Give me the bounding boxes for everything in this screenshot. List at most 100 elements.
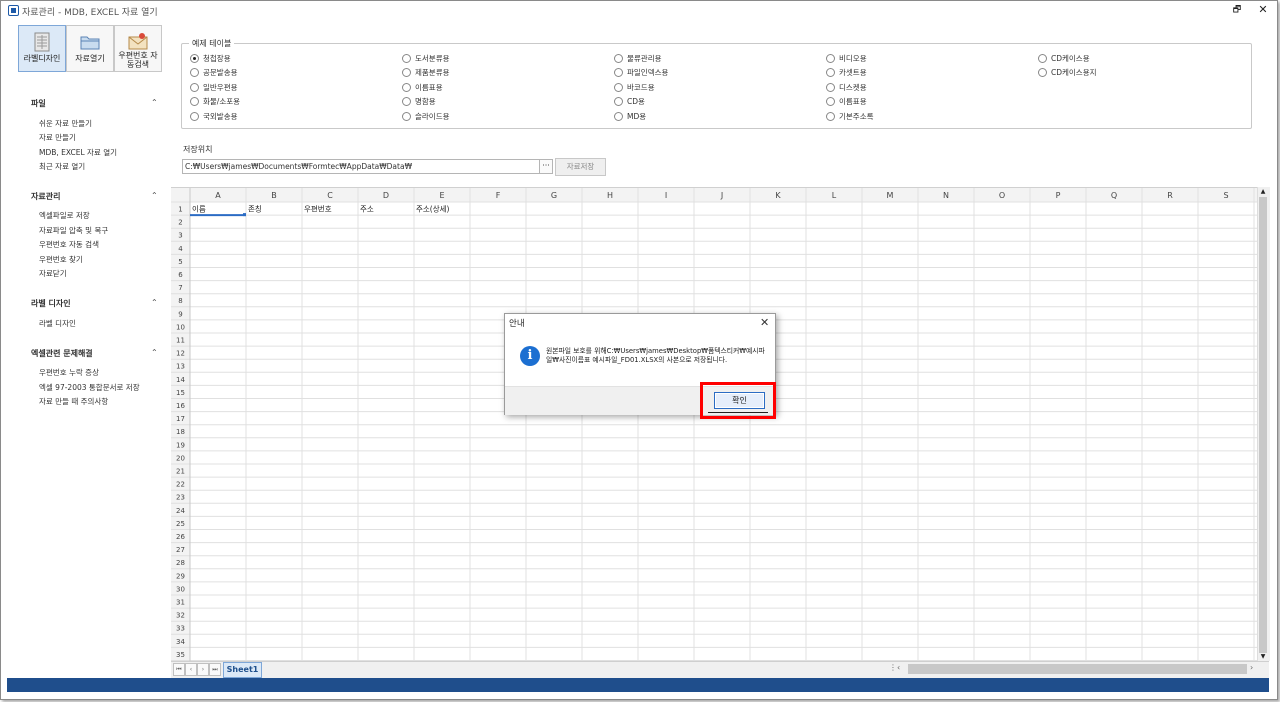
scroll-down-icon[interactable]: ▼ (1259, 653, 1267, 661)
radio-dot[interactable] (826, 112, 835, 121)
row-header[interactable]: 4 (178, 245, 183, 253)
radio-dot[interactable] (614, 68, 623, 77)
column-header[interactable]: B (271, 191, 277, 200)
open-data-button[interactable]: 자료열기 (66, 25, 114, 72)
row-header[interactable]: 10 (176, 323, 185, 331)
browse-button[interactable]: ··· (539, 159, 553, 174)
column-header[interactable]: Q (1111, 191, 1117, 200)
last-sheet-icon[interactable]: ⏭ (209, 663, 221, 676)
sidebar-item-compress[interactable]: 자료파일 압축 및 복구 (39, 225, 108, 236)
row-header[interactable]: 11 (176, 337, 185, 345)
radio-dot[interactable] (402, 112, 411, 121)
scroll-right-icon[interactable]: › (1250, 663, 1253, 672)
column-header[interactable]: N (943, 191, 949, 200)
row-header[interactable]: 13 (176, 363, 185, 371)
prev-sheet-icon[interactable]: ‹ (185, 663, 197, 676)
row-header[interactable]: 32 (176, 612, 185, 620)
column-header[interactable]: E (439, 191, 444, 200)
row-header[interactable]: 34 (176, 638, 185, 646)
radio-dot[interactable] (826, 83, 835, 92)
radio-dot[interactable] (402, 54, 411, 63)
chevron-up-icon[interactable]: ⌃ (151, 348, 161, 357)
sidebar-item-zip-auto[interactable]: 우편번호 자동 검색 (39, 239, 99, 250)
row-header[interactable]: 31 (176, 599, 185, 607)
radio-dot[interactable] (1038, 68, 1047, 77)
horizontal-scroll-thumb[interactable] (908, 664, 1247, 674)
column-header[interactable]: K (775, 191, 781, 200)
row-header[interactable]: 2 (178, 219, 182, 227)
row-header[interactable]: 30 (176, 585, 185, 593)
row-header[interactable]: 20 (176, 454, 185, 462)
chevron-up-icon[interactable]: ⌃ (151, 98, 161, 107)
row-header[interactable]: 26 (176, 533, 185, 541)
scroll-up-icon[interactable]: ▲ (1259, 188, 1267, 196)
column-header[interactable]: F (496, 191, 501, 200)
radio-dot[interactable] (614, 54, 623, 63)
column-header[interactable]: I (665, 191, 667, 200)
row-header[interactable]: 24 (176, 507, 185, 515)
radio-dot[interactable] (190, 54, 199, 63)
label-design-button[interactable]: 라벨디자인 (18, 25, 66, 72)
sidebar-item-close-data[interactable]: 자료닫기 (39, 268, 67, 279)
radio-dot[interactable] (826, 54, 835, 63)
column-header[interactable]: O (999, 191, 1005, 200)
row-header[interactable]: 22 (176, 481, 185, 489)
radio-dot[interactable] (402, 83, 411, 92)
cell-value[interactable]: 우편번호 (304, 204, 332, 214)
sidebar-item-save-97[interactable]: 엑셀 97-2003 통합문서로 저장 (39, 382, 140, 393)
cell-value[interactable]: 주소 (360, 205, 374, 214)
column-header[interactable]: P (1056, 191, 1061, 200)
row-header[interactable]: 16 (176, 402, 185, 410)
zip-search-button[interactable]: 우편번호 자동검색 (114, 25, 162, 72)
sidebar-item-zip-find[interactable]: 우편번호 찾기 (39, 254, 83, 265)
row-header[interactable]: 6 (178, 271, 183, 279)
radio-dot[interactable] (190, 97, 199, 106)
radio-dot[interactable] (402, 68, 411, 77)
row-header[interactable]: 23 (176, 494, 185, 502)
sidebar-item-caution[interactable]: 자료 만들 때 주의사항 (39, 396, 108, 407)
row-header[interactable]: 12 (176, 350, 185, 358)
sidebar-item-recent[interactable]: 최근 자료 열기 (39, 161, 85, 172)
row-header[interactable]: 5 (178, 258, 182, 266)
radio-dot[interactable] (402, 97, 411, 106)
row-header[interactable]: 35 (176, 651, 185, 659)
splitter-icon[interactable]: ⋮ (889, 663, 897, 672)
column-header[interactable]: C (327, 191, 333, 200)
cell-value[interactable]: 존칭 (248, 205, 262, 214)
row-header[interactable]: 17 (176, 415, 185, 423)
chevron-up-icon[interactable]: ⌃ (151, 191, 161, 200)
column-header[interactable]: R (1167, 191, 1173, 200)
row-header[interactable]: 21 (176, 468, 185, 476)
radio-dot[interactable] (190, 83, 199, 92)
column-header[interactable]: H (607, 191, 613, 200)
sidebar-item-open-mdb-excel[interactable]: MDB, EXCEL 자료 열기 (39, 147, 117, 158)
row-header[interactable]: 33 (176, 625, 185, 633)
row-header[interactable]: 18 (176, 428, 185, 436)
ok-button[interactable]: 확인 (714, 392, 765, 409)
radio-dot[interactable] (826, 97, 835, 106)
sidebar-item-create[interactable]: 자료 만들기 (39, 132, 76, 143)
fill-handle[interactable] (243, 213, 246, 217)
radio-dot[interactable] (614, 97, 623, 106)
column-header[interactable]: J (720, 191, 723, 200)
column-header[interactable]: G (551, 191, 557, 200)
radio-dot[interactable] (190, 68, 199, 77)
row-header[interactable]: 15 (176, 389, 185, 397)
column-header[interactable]: D (383, 191, 389, 200)
column-header[interactable]: S (1223, 191, 1228, 200)
save-data-button[interactable]: 자료저장 (555, 158, 606, 176)
column-header[interactable]: L (832, 191, 837, 200)
sidebar-item-save-excel[interactable]: 엑셀파일로 저장 (39, 210, 90, 221)
row-header[interactable]: 29 (176, 572, 185, 580)
row-header[interactable]: 8 (178, 297, 182, 305)
row-header[interactable]: 7 (178, 284, 182, 292)
first-sheet-icon[interactable]: ⏮ (173, 663, 185, 676)
restore-icon[interactable]: 🗗 (1231, 4, 1243, 16)
row-header[interactable]: 27 (176, 546, 185, 554)
sidebar-item-zip-missing[interactable]: 우편번호 누락 증상 (39, 367, 99, 378)
radio-dot[interactable] (614, 83, 623, 92)
row-header[interactable]: 1 (178, 206, 182, 214)
sidebar-item-label-design[interactable]: 라벨 디자인 (39, 318, 76, 329)
sidebar-item-easy-create[interactable]: 쉬운 자료 만들기 (39, 118, 92, 129)
row-header[interactable]: 28 (176, 559, 185, 567)
